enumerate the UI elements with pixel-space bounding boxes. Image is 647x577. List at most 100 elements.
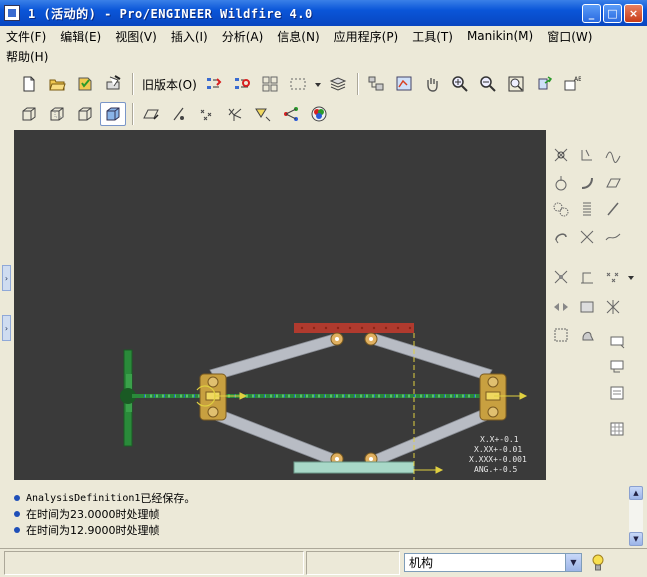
zoom-out-icon[interactable] <box>475 72 501 96</box>
menu-window[interactable]: 窗口(W) <box>547 28 592 45</box>
mass-properties-icon[interactable] <box>550 324 572 346</box>
dropdown-arrow-icon[interactable] <box>313 72 323 96</box>
belt-icon[interactable] <box>576 226 598 248</box>
menu-tools[interactable]: 工具(T) <box>412 28 453 45</box>
pan-hand-icon[interactable] <box>419 72 445 96</box>
export-icon[interactable] <box>606 330 628 352</box>
gravity-icon[interactable] <box>576 324 598 346</box>
shading-icon[interactable] <box>100 102 126 126</box>
table-icon[interactable] <box>606 418 628 440</box>
new-file-icon[interactable] <box>16 72 42 96</box>
annotations-icon[interactable] <box>250 102 276 126</box>
datum-points-icon[interactable] <box>194 102 220 126</box>
regenerate-icon[interactable] <box>201 72 227 96</box>
curve-icon[interactable] <box>602 226 624 248</box>
view-manager-icon[interactable] <box>391 72 417 96</box>
chevron-down-icon[interactable]: ▼ <box>565 554 581 571</box>
selection-filter-select[interactable]: 机构 ▼ <box>404 553 582 572</box>
results-icon[interactable] <box>576 296 598 318</box>
minimize-button[interactable]: _ <box>582 4 601 23</box>
appearance-icon[interactable] <box>306 102 332 126</box>
scroll-up-icon[interactable]: ▲ <box>629 486 643 500</box>
gears-icon[interactable] <box>550 198 572 220</box>
menu-view[interactable]: 视图(V) <box>115 28 157 45</box>
log-icon[interactable] <box>606 382 628 404</box>
zoom-in-icon[interactable] <box>447 72 473 96</box>
coordinate-systems-icon[interactable] <box>222 102 248 126</box>
model-tree-icon[interactable] <box>363 72 389 96</box>
expand-left-tab[interactable]: › <box>2 315 11 341</box>
menu-manikin[interactable]: Manikin(M) <box>467 29 533 43</box>
menu-file[interactable]: 文件(F) <box>6 28 46 45</box>
menu-edit[interactable]: 编辑(E) <box>60 28 101 45</box>
dropdown-arrow-icon[interactable] <box>626 266 636 288</box>
toolbar-row-2 <box>16 101 334 127</box>
trace-icon[interactable] <box>602 266 624 288</box>
expand-left-tab[interactable]: › <box>2 265 11 291</box>
open-folder-icon[interactable] <box>44 72 70 96</box>
gear-pair-icon[interactable] <box>550 172 572 194</box>
old-version-button[interactable]: 旧版本(O) <box>142 76 197 93</box>
top-pivots <box>330 332 378 346</box>
saved-views-icon[interactable]: AB <box>559 72 585 96</box>
right-joint <box>479 373 507 421</box>
no-hidden-icon[interactable] <box>72 102 98 126</box>
menu-row-2: 帮助(H) <box>6 46 641 66</box>
layers-icon[interactable] <box>325 72 351 96</box>
menu-help[interactable]: 帮助(H) <box>6 48 48 65</box>
message-area: AnalysisDefinition1 已经保存。 在时间为23.0000时处理… <box>0 482 629 546</box>
scroll-down-icon[interactable]: ▼ <box>629 532 643 546</box>
selection-box-icon[interactable] <box>285 72 311 96</box>
force-icon[interactable] <box>602 198 624 220</box>
servo-motor-icon[interactable] <box>550 144 572 166</box>
status-bar: 机构 ▼ <box>0 548 647 577</box>
hidden-line-icon[interactable] <box>44 102 70 126</box>
joint-axis-icon[interactable] <box>602 296 624 318</box>
light-bulb-icon[interactable] <box>592 553 604 573</box>
window-controls: _ □ × <box>582 4 643 23</box>
reorient-icon[interactable] <box>531 72 557 96</box>
tolerance-table: X.X+-0.1 X.XX+-0.01 X.XXX+-0.001 ANG.+-0… <box>469 435 527 474</box>
slot-icon[interactable] <box>602 172 624 194</box>
graphics-viewport[interactable]: X.X+-0.1 X.XX+-0.01 X.XXX+-0.001 ANG.+-0… <box>14 130 546 480</box>
tolerance-line: ANG.+-0.5 <box>474 465 518 474</box>
maximize-button[interactable]: □ <box>603 4 622 23</box>
datum-planes-icon[interactable] <box>138 102 164 126</box>
tolerance-line: X.XX+-0.01 <box>474 445 522 454</box>
damper-icon[interactable] <box>550 226 572 248</box>
coil-spring-icon[interactable] <box>576 198 598 220</box>
spring-icon[interactable] <box>576 172 598 194</box>
toolbar-separator <box>132 103 134 125</box>
print-icon[interactable] <box>100 72 126 96</box>
cam-icon[interactable] <box>602 144 624 166</box>
refit-icon[interactable] <box>503 72 529 96</box>
playback-icon[interactable] <box>550 296 572 318</box>
menu-applications[interactable]: 应用程序(P) <box>334 28 399 45</box>
snapshot-icon[interactable] <box>606 354 628 376</box>
app-icon[interactable] <box>4 5 20 21</box>
lower-arms <box>209 407 493 467</box>
save-icon[interactable] <box>72 72 98 96</box>
tolerance-line: X.X+-0.1 <box>480 435 519 444</box>
toolbar-separator <box>132 73 134 95</box>
close-button[interactable]: × <box>624 4 643 23</box>
upper-arms <box>209 333 493 381</box>
measure-icon[interactable] <box>576 266 598 288</box>
menu-insert[interactable]: 插入(I) <box>171 28 208 45</box>
pattern-icon[interactable] <box>257 72 283 96</box>
menu-info[interactable]: 信息(N) <box>277 28 319 45</box>
lead-screw <box>132 394 502 398</box>
menu-analysis[interactable]: 分析(A) <box>222 28 264 45</box>
tolerance-line: X.XXX+-0.001 <box>469 455 527 464</box>
toolbar-row-1: 旧版本(O) AB <box>16 71 587 97</box>
selection-filter-value: 机构 <box>409 556 434 570</box>
drawing-pin-icon[interactable] <box>576 144 598 166</box>
message-text: 已经保存。 <box>140 492 196 505</box>
message-scrollbar[interactable]: ▲ ▼ <box>629 486 643 546</box>
regen-manager-icon[interactable] <box>229 72 255 96</box>
datum-axes-icon[interactable] <box>166 102 192 126</box>
wireframe-icon[interactable] <box>16 102 42 126</box>
connections-icon[interactable] <box>278 102 304 126</box>
analysis-icon[interactable] <box>550 266 572 288</box>
scroll-track[interactable] <box>629 500 643 532</box>
